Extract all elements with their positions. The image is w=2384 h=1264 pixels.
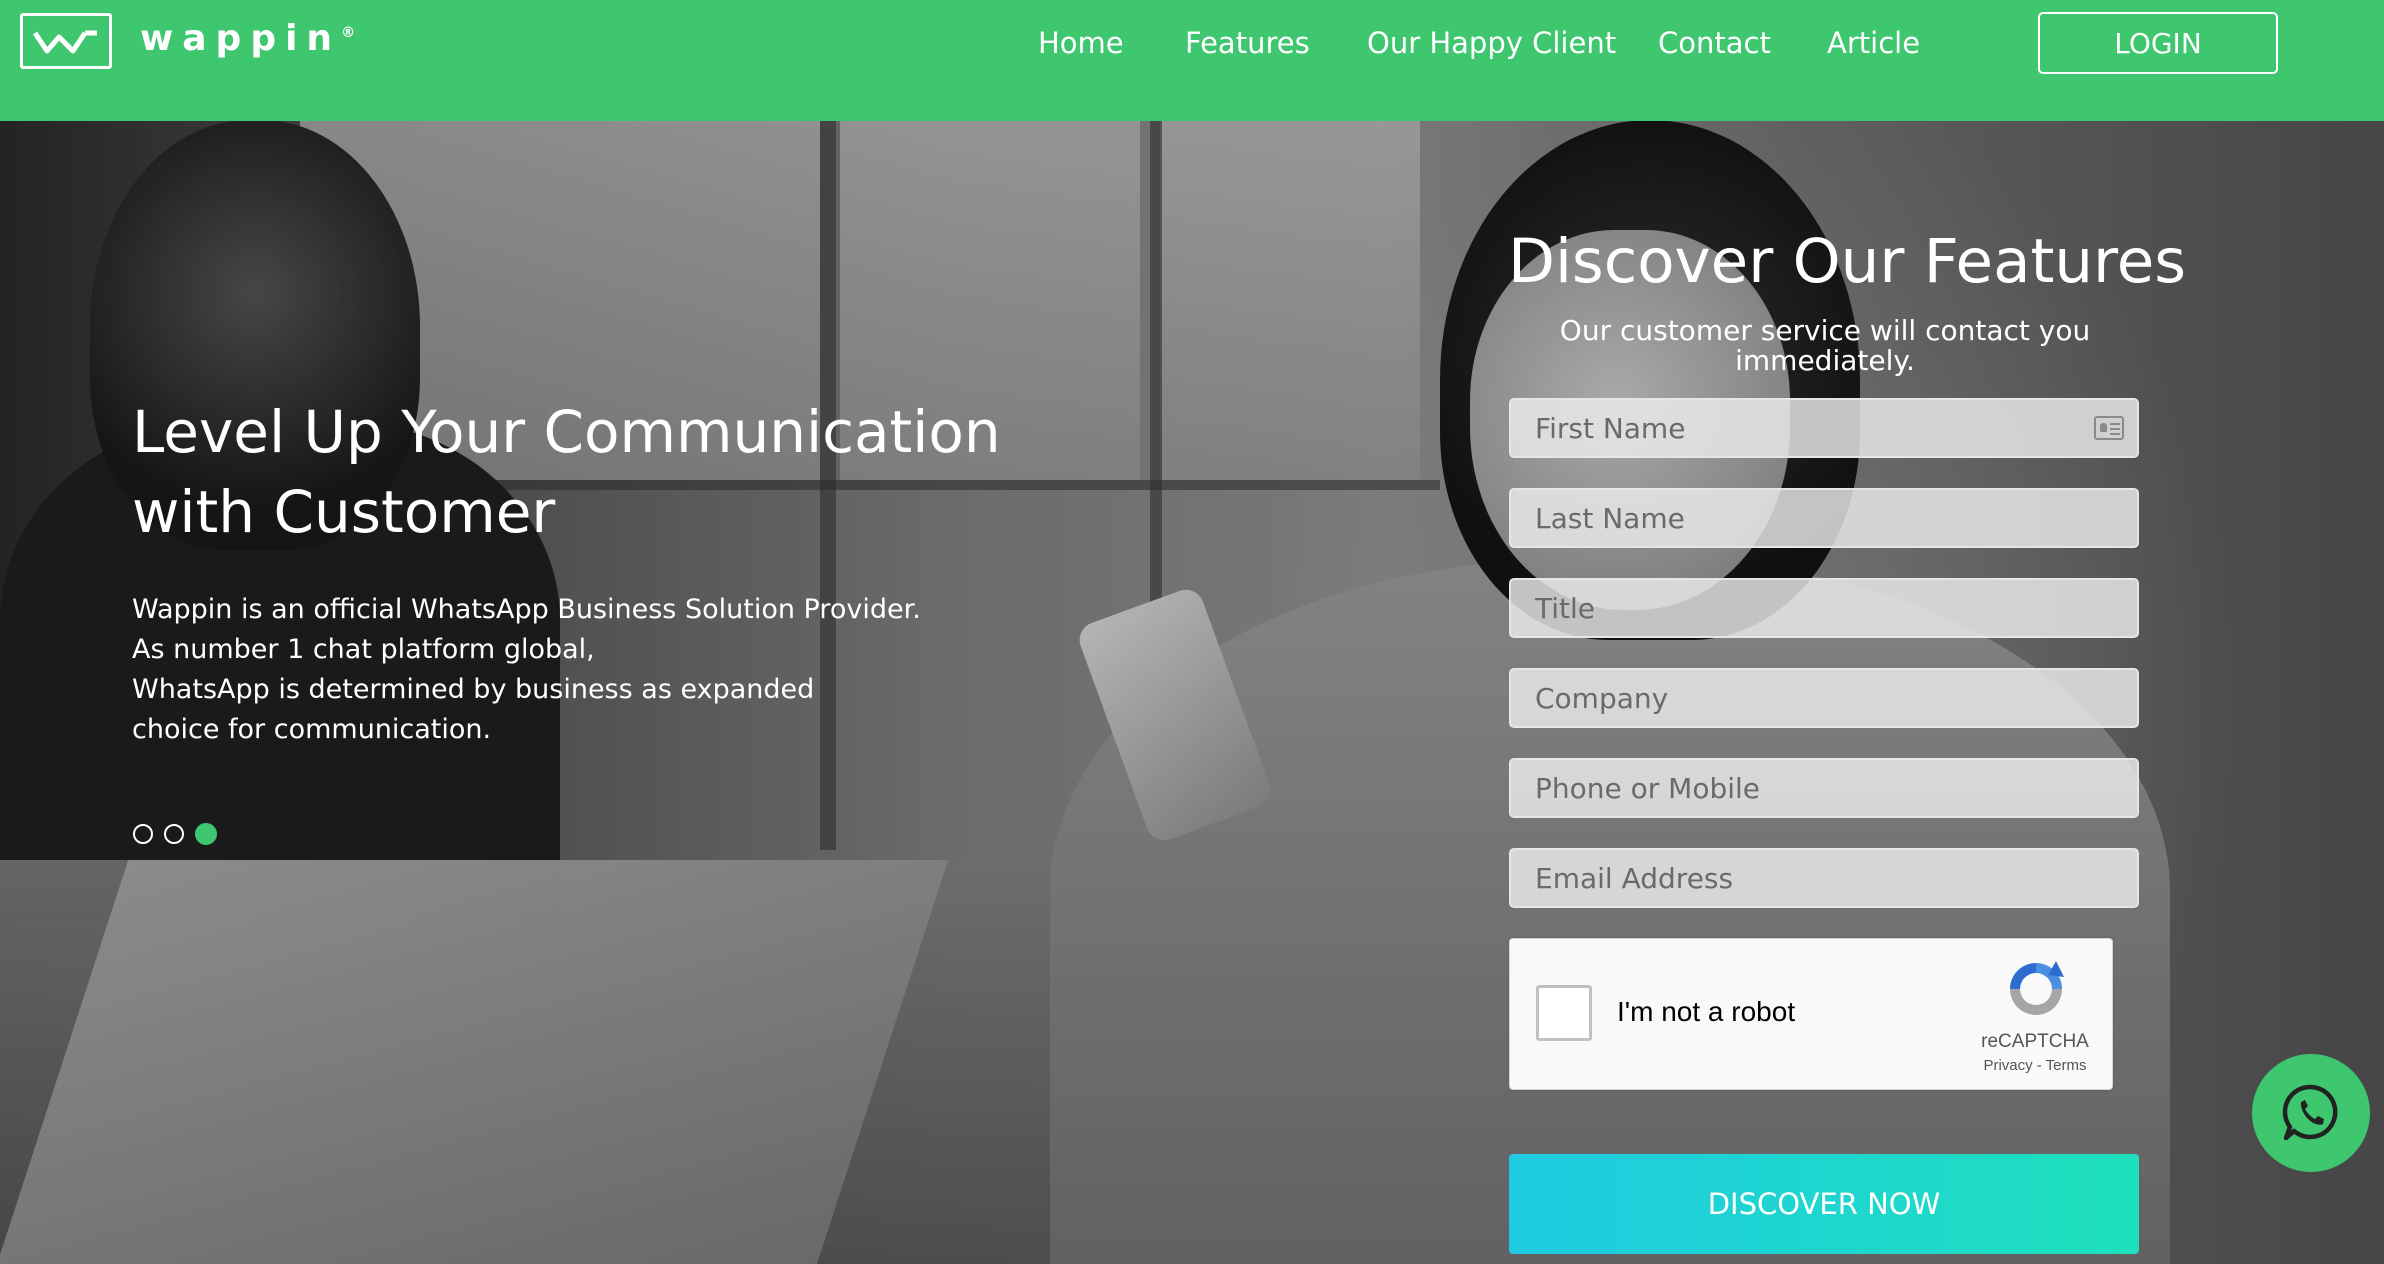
slider-dots: [133, 823, 217, 845]
recaptcha-logo-icon: [2010, 961, 2064, 1015]
whatsapp-icon[interactable]: [2252, 1054, 2370, 1172]
hero-description: Wappin is an official WhatsApp Business …: [132, 590, 1032, 750]
hero-description-line: WhatsApp is determined by business as ex…: [132, 674, 815, 705]
nav-contact[interactable]: Contact: [1658, 26, 1771, 60]
form-title: Discover Our Features: [1508, 226, 2187, 297]
contact-card-icon: [2094, 416, 2124, 440]
slider-dot-1[interactable]: [133, 824, 153, 844]
recaptcha-privacy-terms-links[interactable]: Privacy - Terms: [1968, 1057, 2102, 1074]
hero-title: Level Up Your Communication with Custome…: [132, 398, 1001, 546]
top-navbar: wappin® Home Features Our Happy Client C…: [0, 0, 2384, 121]
nav-our-happy-client[interactable]: Our Happy Client: [1367, 26, 1616, 60]
login-button[interactable]: LOGIN: [2038, 12, 2278, 74]
nav-home[interactable]: Home: [1038, 26, 1124, 60]
recaptcha-label: I'm not a robot: [1617, 996, 1796, 1027]
recaptcha-checkbox[interactable]: [1536, 985, 1592, 1041]
slider-dot-3-active[interactable]: [195, 823, 217, 845]
slider-dot-2[interactable]: [164, 824, 184, 844]
form-subtitle: Our customer service will contact you im…: [1559, 314, 2091, 377]
first-name-input[interactable]: [1509, 398, 2139, 458]
recaptcha-widget: I'm not a robot reCAPTCHA Privacy - Term…: [1509, 938, 2113, 1090]
hero-description-line: Wappin is an official WhatsApp Business …: [132, 594, 921, 625]
brand-name[interactable]: wappin®: [140, 18, 355, 59]
title-input[interactable]: [1509, 578, 2139, 638]
email-input[interactable]: [1509, 848, 2139, 908]
logo-icon[interactable]: [20, 13, 112, 69]
hero-description-line: As number 1 chat platform global,: [132, 634, 595, 665]
company-input[interactable]: [1509, 668, 2139, 728]
discover-now-button[interactable]: DISCOVER NOW: [1509, 1154, 2139, 1254]
phone-input[interactable]: [1509, 758, 2139, 818]
hero-description-line: choice for communication.: [132, 714, 492, 745]
last-name-input[interactable]: [1509, 488, 2139, 548]
nav-features[interactable]: Features: [1185, 26, 1310, 60]
nav-article[interactable]: Article: [1827, 26, 1920, 60]
recaptcha-brand: reCAPTCHA: [1981, 1031, 2089, 1052]
